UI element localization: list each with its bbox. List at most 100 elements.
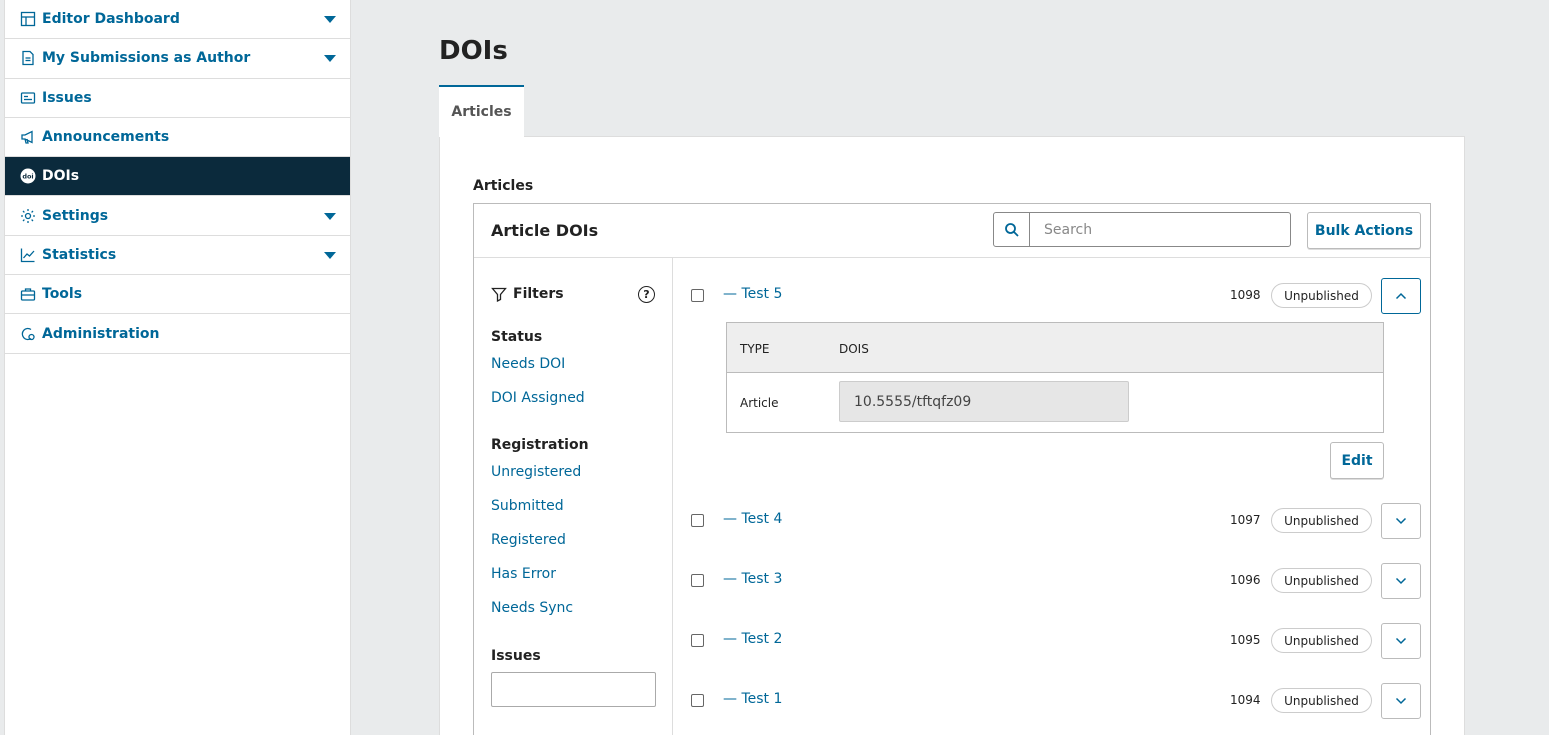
chevron-up-icon <box>1395 292 1407 300</box>
article-list: — Test 5 1098 Unpublished TYPE DOIS Arti… <box>673 258 1431 735</box>
row-checkbox[interactable] <box>691 694 704 707</box>
edit-button[interactable]: Edit <box>1330 442 1384 479</box>
doi-type: Article <box>740 396 779 410</box>
nav-label: Announcements <box>42 129 170 146</box>
filter-needs-sync[interactable]: Needs Sync <box>491 600 573 616</box>
chevron-down-icon[interactable] <box>324 251 336 259</box>
gear-icon <box>19 207 37 225</box>
nav-my-submissions[interactable]: My Submissions as Author <box>5 39 350 79</box>
search-icon[interactable] <box>994 213 1030 246</box>
expand-toggle[interactable] <box>1381 563 1421 599</box>
article-title-link[interactable]: — Test 5 <box>723 286 782 302</box>
details-row: Article 10.5555/tftqfz09 <box>727 373 1383 432</box>
nav-label: Statistics <box>42 246 117 263</box>
row-checkbox[interactable] <box>691 289 704 302</box>
submission-id: 1098 <box>1230 288 1261 302</box>
list-title: Article DOIs <box>491 221 599 240</box>
article-title-link[interactable]: — Test 4 <box>723 511 782 527</box>
expand-toggle[interactable] <box>1381 503 1421 539</box>
nav-label: Issues <box>42 89 92 106</box>
collapse-toggle[interactable] <box>1381 278 1421 314</box>
status-badge: Unpublished <box>1271 283 1372 308</box>
search-box <box>993 212 1291 247</box>
article-title-link[interactable]: — Test 3 <box>723 571 782 587</box>
registration-group-title: Registration <box>491 437 589 453</box>
status-badge: Unpublished <box>1271 568 1372 593</box>
issues-icon <box>19 89 37 107</box>
filters-panel: Filters ? Status Needs DOI DOI Assigned … <box>474 258 673 735</box>
filters-heading: Filters <box>491 286 564 302</box>
list-item: — Test 1 1094 Unpublished <box>673 681 1431 721</box>
doi-field: 10.5555/tftqfz09 <box>839 381 1129 422</box>
svg-text:doi: doi <box>22 173 33 181</box>
doi-icon: doi <box>19 167 37 185</box>
admin-icon <box>19 325 37 343</box>
status-badge: Unpublished <box>1271 508 1372 533</box>
nav-administration[interactable]: Administration <box>5 314 350 354</box>
nav-label: DOIs <box>42 168 80 185</box>
doi-details-table: TYPE DOIS Article 10.5555/tftqfz09 <box>726 322 1384 433</box>
nav-tools[interactable]: Tools <box>5 275 350 315</box>
details-header: TYPE DOIS <box>727 323 1383 373</box>
list-item: — Test 4 1097 Unpublished <box>673 501 1431 541</box>
tab-articles[interactable]: Articles <box>439 85 524 137</box>
nav-label: Editor Dashboard <box>42 11 180 28</box>
issues-filter-input[interactable] <box>491 672 656 707</box>
expand-toggle[interactable] <box>1381 623 1421 659</box>
bulk-actions-button[interactable]: Bulk Actions <box>1307 212 1421 249</box>
nav-issues[interactable]: Issues <box>5 79 350 118</box>
chart-icon <box>19 246 37 264</box>
filter-registered[interactable]: Registered <box>491 532 566 548</box>
help-icon[interactable]: ? <box>638 286 655 303</box>
filter-needs-doi[interactable]: Needs DOI <box>491 356 565 372</box>
sidebar: Editor Dashboard My Submissions as Autho… <box>4 0 351 735</box>
submission-id: 1096 <box>1230 573 1261 587</box>
nav-dois[interactable]: doi DOIs <box>5 157 350 197</box>
status-group-title: Status <box>491 329 543 345</box>
column-header-dois: DOIS <box>839 342 869 356</box>
status-badge: Unpublished <box>1271 628 1372 653</box>
chevron-down-icon <box>1395 577 1407 585</box>
article-title-link[interactable]: — Test 1 <box>723 691 782 707</box>
row-checkbox[interactable] <box>691 514 704 527</box>
filter-has-error[interactable]: Has Error <box>491 566 556 582</box>
chevron-down-icon <box>1395 637 1407 645</box>
chevron-down-icon[interactable] <box>324 212 336 220</box>
megaphone-icon <box>19 128 37 146</box>
list-header: Article DOIs Bulk Actions <box>474 204 1430 258</box>
section-label: Articles <box>473 178 534 194</box>
search-input[interactable] <box>1030 213 1290 246</box>
nav-label: Administration <box>42 325 160 342</box>
nav-editor-dashboard[interactable]: Editor Dashboard <box>5 0 350 40</box>
article-title-link[interactable]: — Test 2 <box>723 631 782 647</box>
document-icon <box>19 49 37 67</box>
filters-heading-label: Filters <box>513 286 564 302</box>
chevron-down-icon[interactable] <box>324 16 336 24</box>
chevron-down-icon[interactable] <box>324 55 336 63</box>
dashboard-icon <box>19 10 37 28</box>
filter-icon <box>491 287 507 302</box>
submission-id: 1097 <box>1230 513 1261 527</box>
list-item: — Test 2 1095 Unpublished <box>673 621 1431 661</box>
chevron-down-icon <box>1395 697 1407 705</box>
nav-label: Tools <box>42 286 83 303</box>
page-title: DOIs <box>439 36 508 66</box>
nav-statistics[interactable]: Statistics <box>5 236 350 276</box>
row-checkbox[interactable] <box>691 574 704 587</box>
submission-id: 1094 <box>1230 693 1261 707</box>
article-dois-panel: Article DOIs Bulk Actions Filters ? Stat… <box>473 203 1431 735</box>
list-item: — Test 5 1098 Unpublished <box>673 276 1431 316</box>
nav-announcements[interactable]: Announcements <box>5 118 350 158</box>
filter-submitted[interactable]: Submitted <box>491 498 564 514</box>
chevron-down-icon <box>1395 517 1407 525</box>
status-badge: Unpublished <box>1271 688 1372 713</box>
nav-label: My Submissions as Author <box>42 50 251 67</box>
column-header-type: TYPE <box>740 342 770 356</box>
toolbox-icon <box>19 285 37 303</box>
expand-toggle[interactable] <box>1381 683 1421 719</box>
filter-doi-assigned[interactable]: DOI Assigned <box>491 390 585 406</box>
row-checkbox[interactable] <box>691 634 704 647</box>
issues-group-title: Issues <box>491 648 541 664</box>
nav-settings[interactable]: Settings <box>5 196 350 236</box>
filter-unregistered[interactable]: Unregistered <box>491 464 581 480</box>
